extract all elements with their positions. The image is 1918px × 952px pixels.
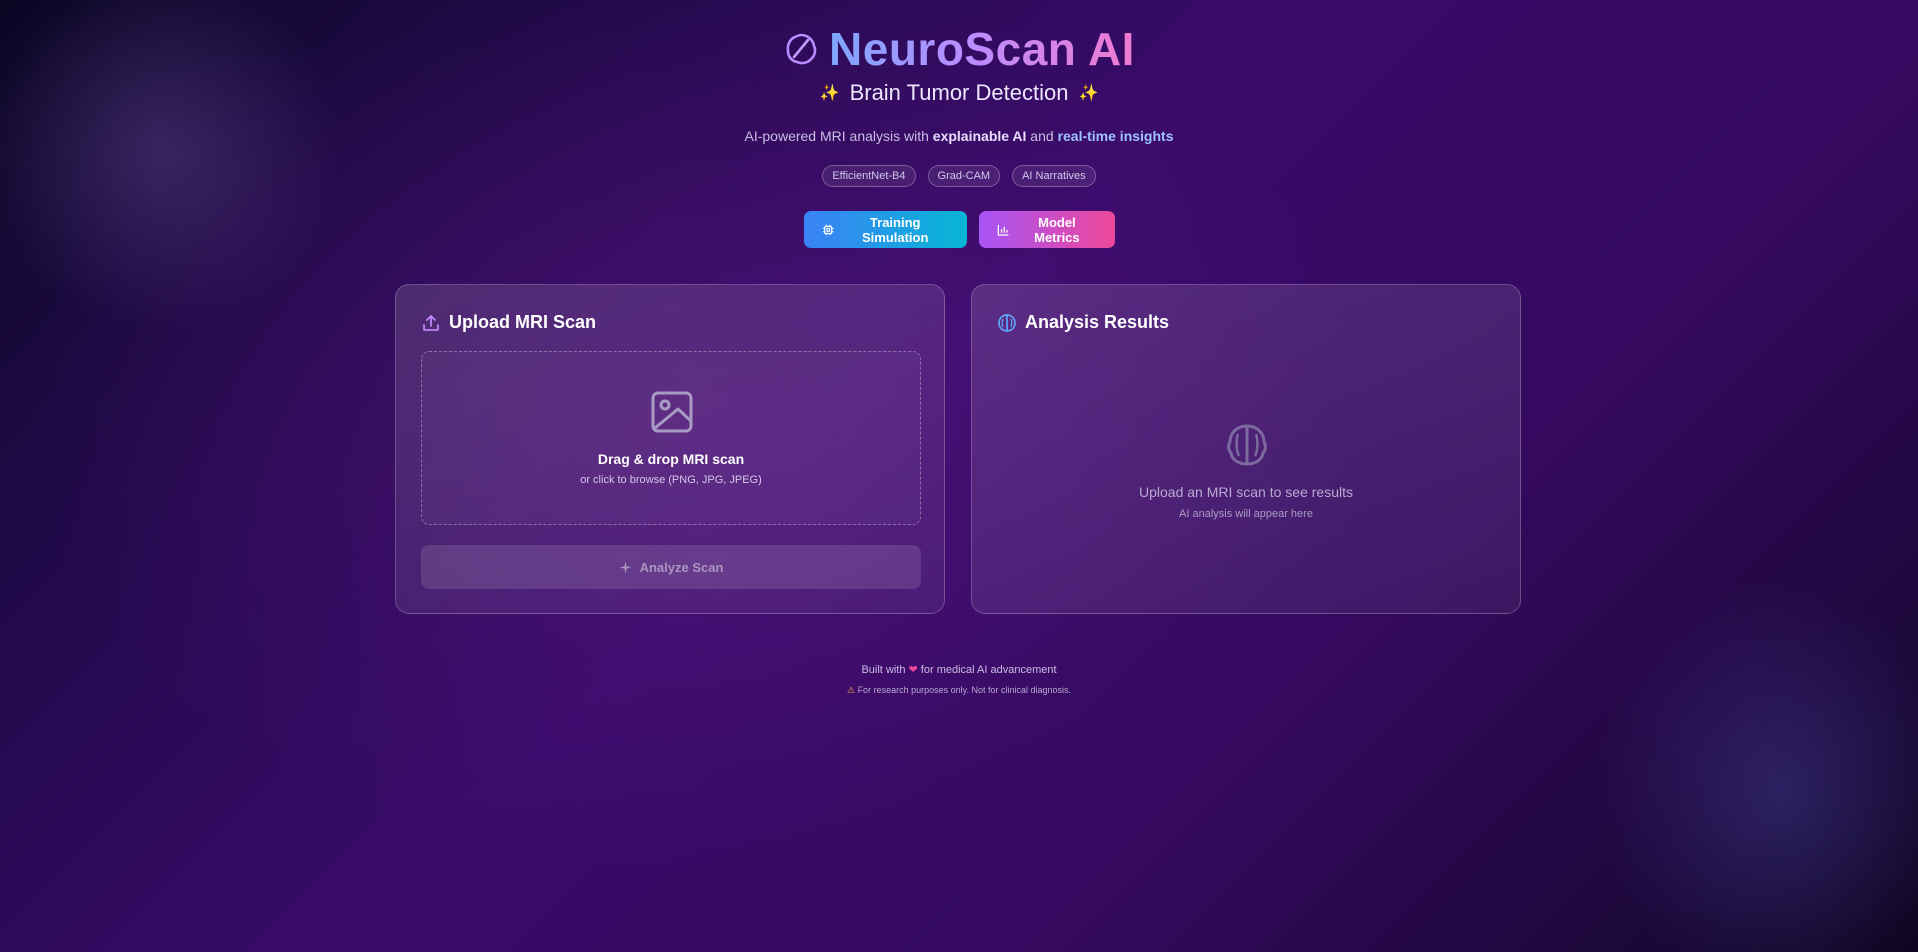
dropzone-title: Drag & drop MRI scan: [597, 451, 745, 467]
subtitle-row: ✨ Brain Tumor Detection ✨: [0, 80, 1918, 106]
sparkle-left-icon: ✨: [819, 85, 840, 102]
tagline-mid: and: [1026, 128, 1058, 144]
tech-chips: EfficientNet-B4 Grad-CAM AI Narratives: [0, 165, 1918, 187]
upload-card-title: Upload MRI Scan: [449, 312, 597, 332]
results-card-header: Analysis Results: [997, 312, 1169, 333]
tagline-highlight-realtime: real-time insights: [1057, 128, 1174, 144]
training-simulation-label: Training Simulation: [861, 214, 929, 245]
tagline-highlight-explainable: explainable AI: [932, 128, 1027, 144]
footer-disclaimer: ⚠ For research purposes only. Not for cl…: [0, 685, 1918, 696]
brain-outline-icon: [786, 33, 817, 65]
brain-icon: [998, 313, 1016, 332]
results-empty-title: Upload an MRI scan to see results: [1139, 484, 1353, 500]
warning-icon: ⚠: [846, 685, 856, 695]
results-card-title: Analysis Results: [1025, 312, 1170, 332]
title-row: NeuroScan AI: [0, 22, 1918, 76]
app-title: NeuroScan AI: [829, 23, 1135, 75]
footer-built-suffix: for medical AI advancement: [917, 664, 1057, 676]
sparkle-right-icon: ✨: [1078, 85, 1099, 102]
tagline: AI-powered MRI analysis with explainable…: [0, 128, 1918, 144]
app-subtitle: Brain Tumor Detection: [849, 80, 1069, 105]
model-metrics-button[interactable]: Model Metrics: [978, 211, 1115, 248]
cpu-icon: [822, 224, 833, 235]
sparkle-icon: [619, 561, 632, 573]
bar-chart-icon: [997, 224, 1008, 236]
results-empty-subtitle: AI analysis will appear here: [1179, 508, 1313, 520]
footer-credit: Built with ❤ for medical AI advancement: [0, 663, 1918, 676]
model-metrics-label: Model Metrics: [1034, 214, 1080, 245]
footer-disclaimer-text: For research purposes only. Not for clin…: [855, 685, 1071, 695]
chip-gradcam: Grad-CAM: [927, 165, 1001, 187]
chip-ai-narratives: AI Narratives: [1012, 165, 1096, 187]
footer-built-prefix: Built with: [861, 664, 909, 676]
mri-dropzone[interactable]: Drag & drop MRI scan or click to browse …: [421, 351, 921, 525]
page: NeuroScan AI ✨ Brain Tumor Detection ✨ A…: [0, 0, 1918, 952]
chip-efficientnet: EfficientNet-B4: [822, 165, 916, 187]
results-card: Analysis Results Upload an MRI scan to s…: [971, 284, 1521, 614]
heart-icon: ❤: [908, 664, 918, 676]
action-buttons: Training Simulation Model Metrics: [0, 211, 1918, 248]
analyze-scan-label: Analyze Scan: [639, 559, 724, 575]
upload-card-header: Upload MRI Scan: [421, 312, 596, 333]
upload-icon: [423, 314, 439, 331]
upload-card: Upload MRI Scan Drag & drop MRI scan or …: [395, 284, 945, 614]
dropzone-subtitle: or click to browse (PNG, JPG, JPEG): [580, 474, 762, 486]
tagline-prefix: AI-powered MRI analysis with: [744, 128, 933, 144]
image-icon: [651, 391, 693, 433]
training-simulation-button[interactable]: Training Simulation: [803, 211, 967, 248]
brain-icon: [1227, 424, 1267, 466]
analyze-scan-button[interactable]: Analyze Scan: [421, 545, 921, 589]
